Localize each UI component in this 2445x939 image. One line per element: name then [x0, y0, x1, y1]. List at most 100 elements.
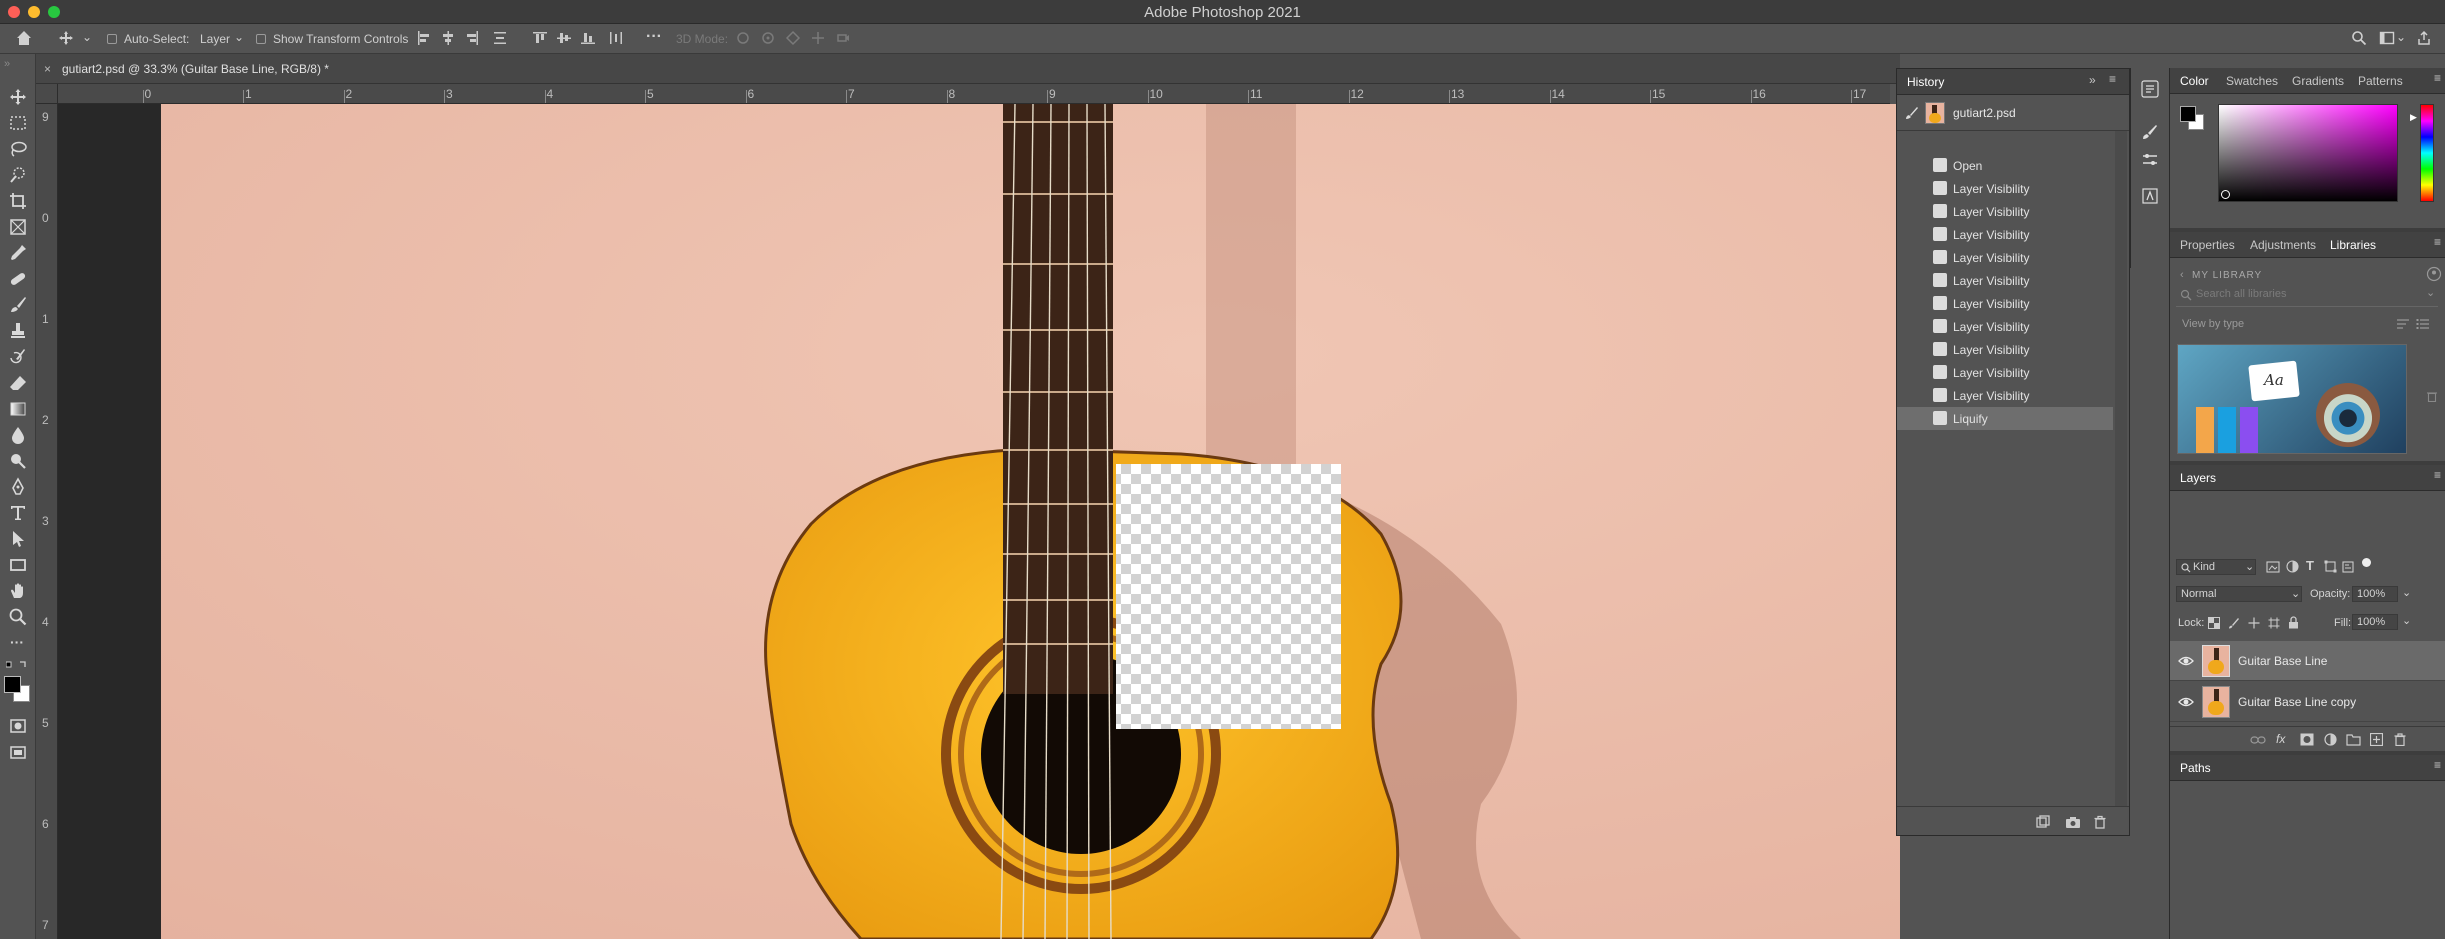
frame-tool-icon[interactable] [8, 217, 28, 237]
move-tool-icon[interactable] [58, 30, 74, 46]
back-icon[interactable]: ‹ [2180, 269, 2184, 281]
tab-swatches[interactable]: Swatches [2226, 74, 2278, 88]
align-top-edges-icon[interactable] [532, 30, 548, 46]
history-state-item[interactable]: Liquify [1897, 407, 2113, 430]
path-selection-tool-icon[interactable] [8, 529, 28, 549]
blend-mode-dropdown[interactable]: Normal ⌄ [2176, 586, 2302, 602]
add-mask-icon[interactable] [2300, 733, 2314, 746]
lock-all-icon[interactable] [2288, 616, 2299, 629]
foreground-color-swatch[interactable] [2180, 106, 2196, 122]
align-vertical-centers-icon[interactable] [556, 30, 572, 46]
quick-mask-icon[interactable] [8, 716, 28, 736]
zoom-tool-icon[interactable] [8, 607, 28, 627]
panel-menu-icon[interactable]: ≡ [2434, 468, 2441, 482]
chevron-down-icon[interactable]: ⌄ [2402, 586, 2411, 599]
history-brush-tool-icon[interactable] [8, 347, 28, 367]
history-brush-source-icon[interactable] [1905, 106, 1919, 120]
3d-slide-icon[interactable] [810, 30, 826, 46]
type-tool-icon[interactable] [8, 503, 28, 523]
library-thumbnail[interactable]: Aa [2177, 344, 2407, 454]
history-state-item[interactable]: Layer Visibility [1897, 338, 2113, 361]
rectangle-tool-icon[interactable] [8, 555, 28, 575]
share-icon[interactable] [2416, 30, 2432, 46]
filter-type-icon[interactable]: T [2306, 558, 2314, 573]
new-layer-icon[interactable] [2370, 733, 2383, 746]
panel-menu-icon[interactable]: ≡ [2434, 235, 2441, 249]
filter-shape-icon[interactable] [2324, 560, 2337, 573]
hue-slider[interactable] [2420, 104, 2434, 202]
panel-menu-icon[interactable]: ≡ [2109, 72, 2116, 86]
character-panel-icon[interactable] [2141, 187, 2159, 205]
eye-icon[interactable] [2178, 695, 2194, 709]
more-options-icon[interactable]: ··· [646, 28, 662, 46]
canvas-area[interactable] [58, 104, 1900, 939]
library-name[interactable]: MY LIBRARY [2192, 270, 2262, 281]
opacity-field[interactable]: 100% [2352, 586, 2398, 602]
chevron-down-icon[interactable]: ⌄ [2402, 614, 2411, 627]
history-snapshot[interactable]: gutiart2.psd [1897, 95, 2129, 131]
eyedropper-tool-icon[interactable] [8, 243, 28, 263]
link-layers-icon[interactable] [2250, 734, 2266, 746]
layer-style-icon[interactable]: fx [2276, 732, 2285, 746]
hue-slider-handle-icon[interactable]: ▶ [2410, 112, 2417, 123]
tab-properties[interactable]: Properties [2180, 238, 2235, 252]
history-state-item[interactable]: Open [1897, 154, 2113, 177]
distribute-vertical-icon[interactable] [492, 30, 508, 46]
filter-adjustment-icon[interactable] [2286, 560, 2299, 573]
trash-icon[interactable] [2426, 390, 2438, 402]
3d-orbit-icon[interactable] [735, 30, 751, 46]
align-bottom-edges-icon[interactable] [580, 30, 596, 46]
history-state-item[interactable]: Layer Visibility [1897, 315, 2113, 338]
auto-select-checkbox[interactable] [107, 34, 117, 44]
view-by-dropdown[interactable]: View by type [2182, 318, 2244, 330]
history-state-item[interactable]: Layer Visibility [1897, 384, 2113, 407]
new-document-from-state-icon[interactable] [2035, 815, 2051, 829]
new-group-icon[interactable] [2346, 733, 2361, 746]
collapse-panel-icon[interactable]: » [2089, 73, 2096, 87]
history-scrollbar[interactable] [2115, 131, 2127, 806]
3d-pan-icon[interactable] [785, 30, 801, 46]
gradient-tool-icon[interactable] [8, 399, 28, 419]
crop-tool-icon[interactable] [8, 191, 28, 211]
lasso-tool-icon[interactable] [8, 139, 28, 159]
history-state-item[interactable]: Layer Visibility [1897, 292, 2113, 315]
search-icon[interactable] [2351, 30, 2367, 46]
panel-menu-icon[interactable]: ≡ [2434, 71, 2441, 85]
adjustments-panel-icon[interactable] [2141, 151, 2159, 169]
tab-adjustments[interactable]: Adjustments [2250, 238, 2316, 252]
filter-smart-object-icon[interactable] [2342, 560, 2354, 573]
tab-history[interactable]: History [1907, 75, 1944, 89]
chevron-down-icon[interactable]: ⌄ [2396, 30, 2406, 44]
move-tool-icon[interactable] [8, 87, 28, 107]
layer-row[interactable]: Guitar Base Line copy [2170, 682, 2445, 722]
library-collaborators-icon[interactable] [2426, 266, 2442, 282]
lock-image-icon[interactable] [2228, 617, 2240, 629]
align-horizontal-centers-icon[interactable] [440, 30, 456, 46]
3d-roll-icon[interactable] [760, 30, 776, 46]
history-state-item[interactable]: Layer Visibility [1897, 223, 2113, 246]
panel-menu-icon[interactable]: ≡ [2434, 758, 2441, 772]
history-state-item[interactable]: Layer Visibility [1897, 246, 2113, 269]
quick-selection-tool-icon[interactable] [8, 165, 28, 185]
3d-scale-icon[interactable] [835, 30, 851, 46]
tab-paths[interactable]: Paths [2180, 761, 2211, 775]
align-right-edges-icon[interactable] [464, 30, 480, 46]
chevron-down-icon[interactable]: ⌄ [234, 30, 244, 44]
document-image[interactable] [161, 104, 1900, 939]
align-left-edges-icon[interactable] [416, 30, 432, 46]
healing-brush-tool-icon[interactable] [8, 269, 28, 289]
collapse-icon[interactable]: » [4, 58, 10, 70]
tab-layers[interactable]: Layers [2180, 471, 2216, 485]
brush-settings-icon[interactable] [2141, 123, 2159, 141]
filter-toggle[interactable] [2362, 558, 2371, 567]
clone-stamp-tool-icon[interactable] [8, 321, 28, 341]
trash-icon[interactable] [2093, 815, 2107, 829]
tab-libraries[interactable]: Libraries [2330, 238, 2376, 252]
eye-icon[interactable] [2178, 654, 2194, 668]
auto-select-dropdown[interactable]: Layer [200, 32, 230, 46]
library-search[interactable]: Search all libraries ⌄ [2176, 283, 2438, 307]
show-transform-checkbox[interactable] [256, 34, 266, 44]
history-panel-icon[interactable] [2141, 80, 2159, 98]
brush-tool-icon[interactable] [8, 295, 28, 315]
adjustment-layer-icon[interactable] [2324, 733, 2337, 746]
